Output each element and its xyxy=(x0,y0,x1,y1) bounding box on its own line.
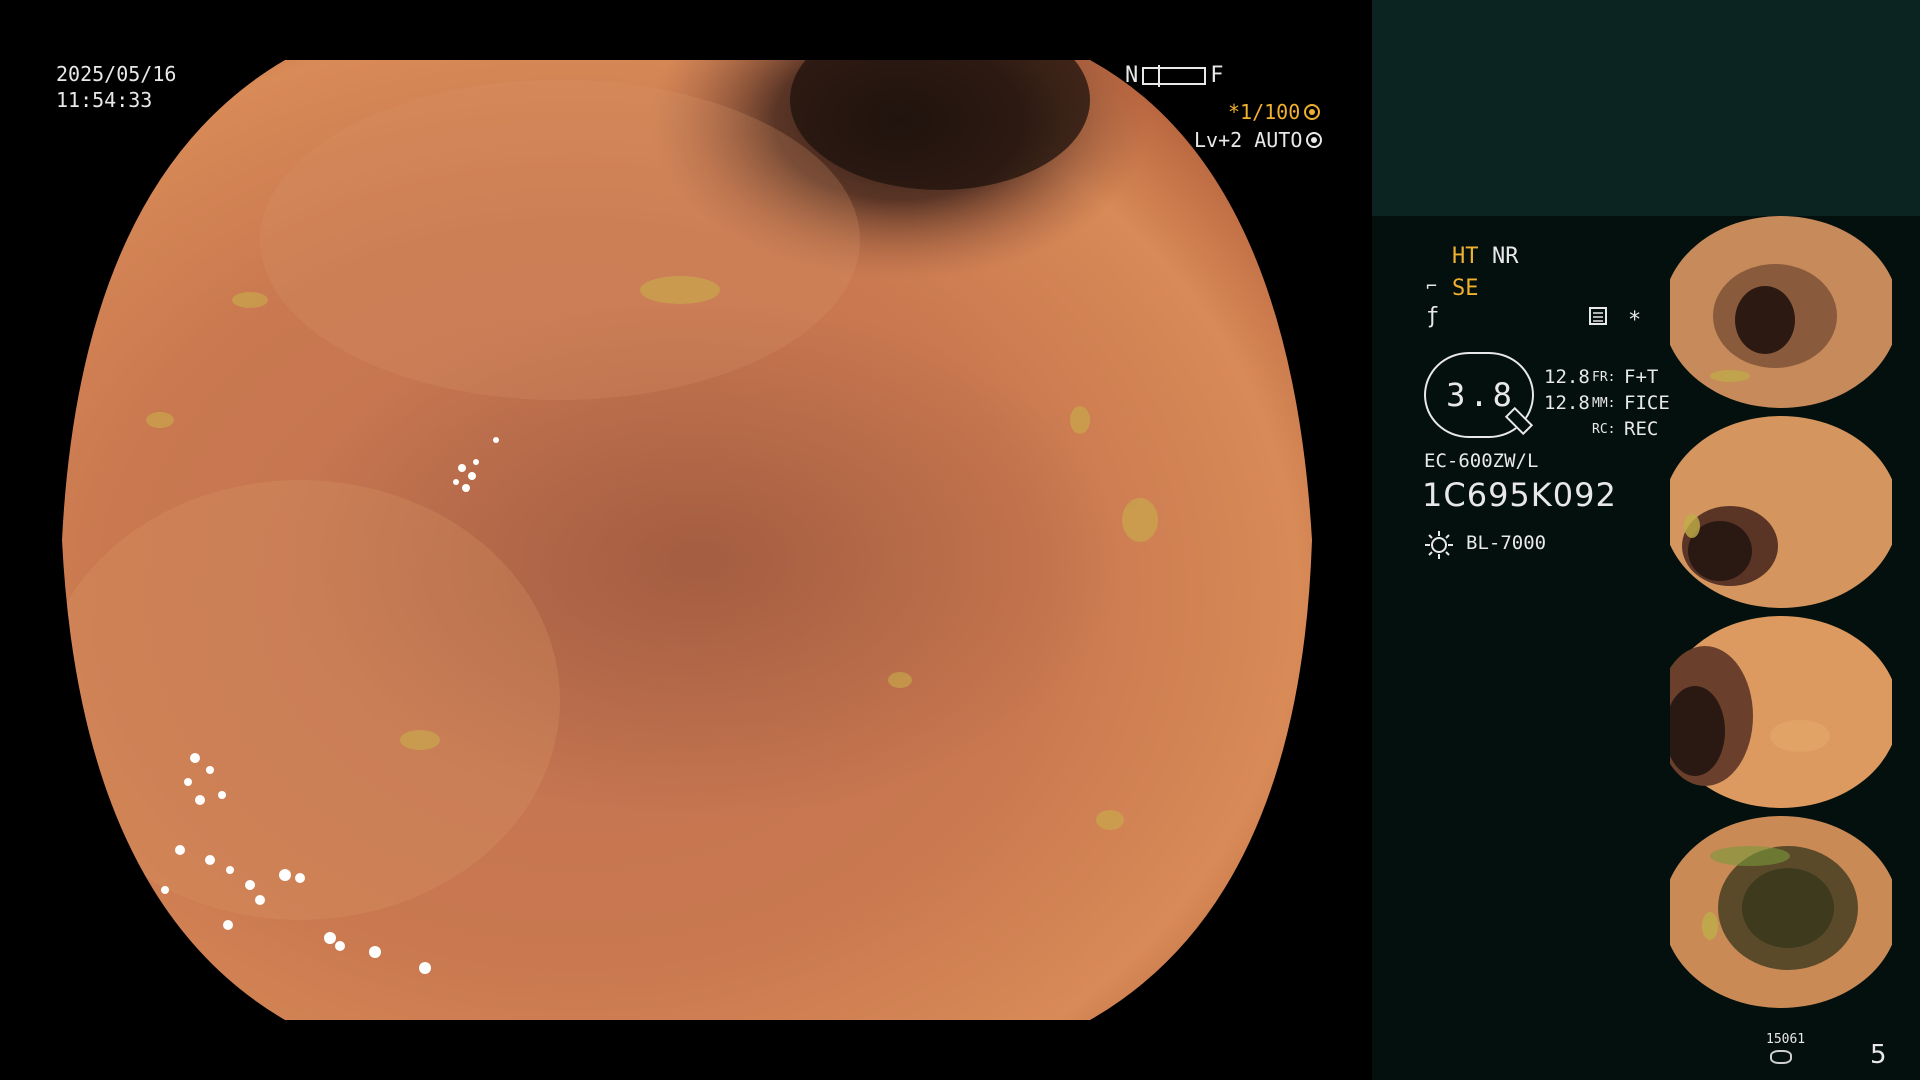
readout-value: FICE xyxy=(1624,392,1670,414)
shutter-icon xyxy=(1304,104,1321,120)
thumbnail-3[interactable] xyxy=(1670,616,1892,808)
shutter-speed: *1/100 xyxy=(1228,100,1321,124)
thumbnail-4[interactable] xyxy=(1670,816,1892,1008)
light-source-icon xyxy=(1425,531,1453,559)
side-panel-header xyxy=(1372,0,1920,216)
focus-bar xyxy=(1142,65,1207,87)
counter-icon xyxy=(1770,1050,1792,1064)
brightness-level: Lv+2 AUTO xyxy=(1194,128,1323,152)
gauge-value: 3.8 xyxy=(1446,376,1516,414)
auto-icon xyxy=(1306,132,1323,148)
side-panel: HT NR ⌐ SE ƒ * 3.8 12.8 FR: F+T 12.8 MM:… xyxy=(1372,0,1920,1080)
image-count: 5 xyxy=(1870,1040,1887,1070)
zoom-gauge: 3.8 xyxy=(1424,352,1534,438)
thumbnail-2[interactable] xyxy=(1670,416,1892,608)
scope-model: EC-600ZW/L xyxy=(1424,450,1539,472)
readout-label: RC: xyxy=(1592,422,1616,437)
ht-indicator: HT xyxy=(1452,244,1479,269)
near-label: N xyxy=(1125,63,1139,88)
level-value: Lv+2 AUTO xyxy=(1194,128,1303,152)
document-icon xyxy=(1589,307,1607,325)
readout-label: FR: xyxy=(1592,370,1616,385)
readout-value: F+T xyxy=(1624,366,1659,388)
image-counter-label: 15061 xyxy=(1766,1032,1806,1047)
endoscopic-image xyxy=(62,60,1312,1020)
readout-value: REC xyxy=(1624,418,1659,440)
near-far-indicator: N F xyxy=(1125,64,1224,88)
f-icon: ƒ xyxy=(1426,304,1440,329)
exam-date: 2025/05/16 xyxy=(56,62,177,86)
endoscope-view: 2025/05/16 11:54:33 N F *1/100 Lv+2 AUTO xyxy=(0,0,1372,1080)
se-icon: ⌐ xyxy=(1426,276,1437,297)
far-label: F xyxy=(1210,63,1224,88)
scope-serial: 1C695K092 xyxy=(1422,476,1617,514)
se-indicator: SE xyxy=(1452,276,1479,301)
exam-time: 11:54:33 xyxy=(56,88,153,112)
shutter-value: *1/100 xyxy=(1228,100,1301,124)
thumbnail-1[interactable] xyxy=(1670,216,1892,408)
nr-indicator: NR xyxy=(1492,244,1519,269)
readout-num: 12.8 xyxy=(1544,392,1590,414)
star-indicator: * xyxy=(1628,308,1642,333)
readout-num: 12.8 xyxy=(1544,366,1590,388)
readout-label: MM: xyxy=(1592,396,1616,411)
light-source: BL-7000 xyxy=(1466,532,1547,554)
